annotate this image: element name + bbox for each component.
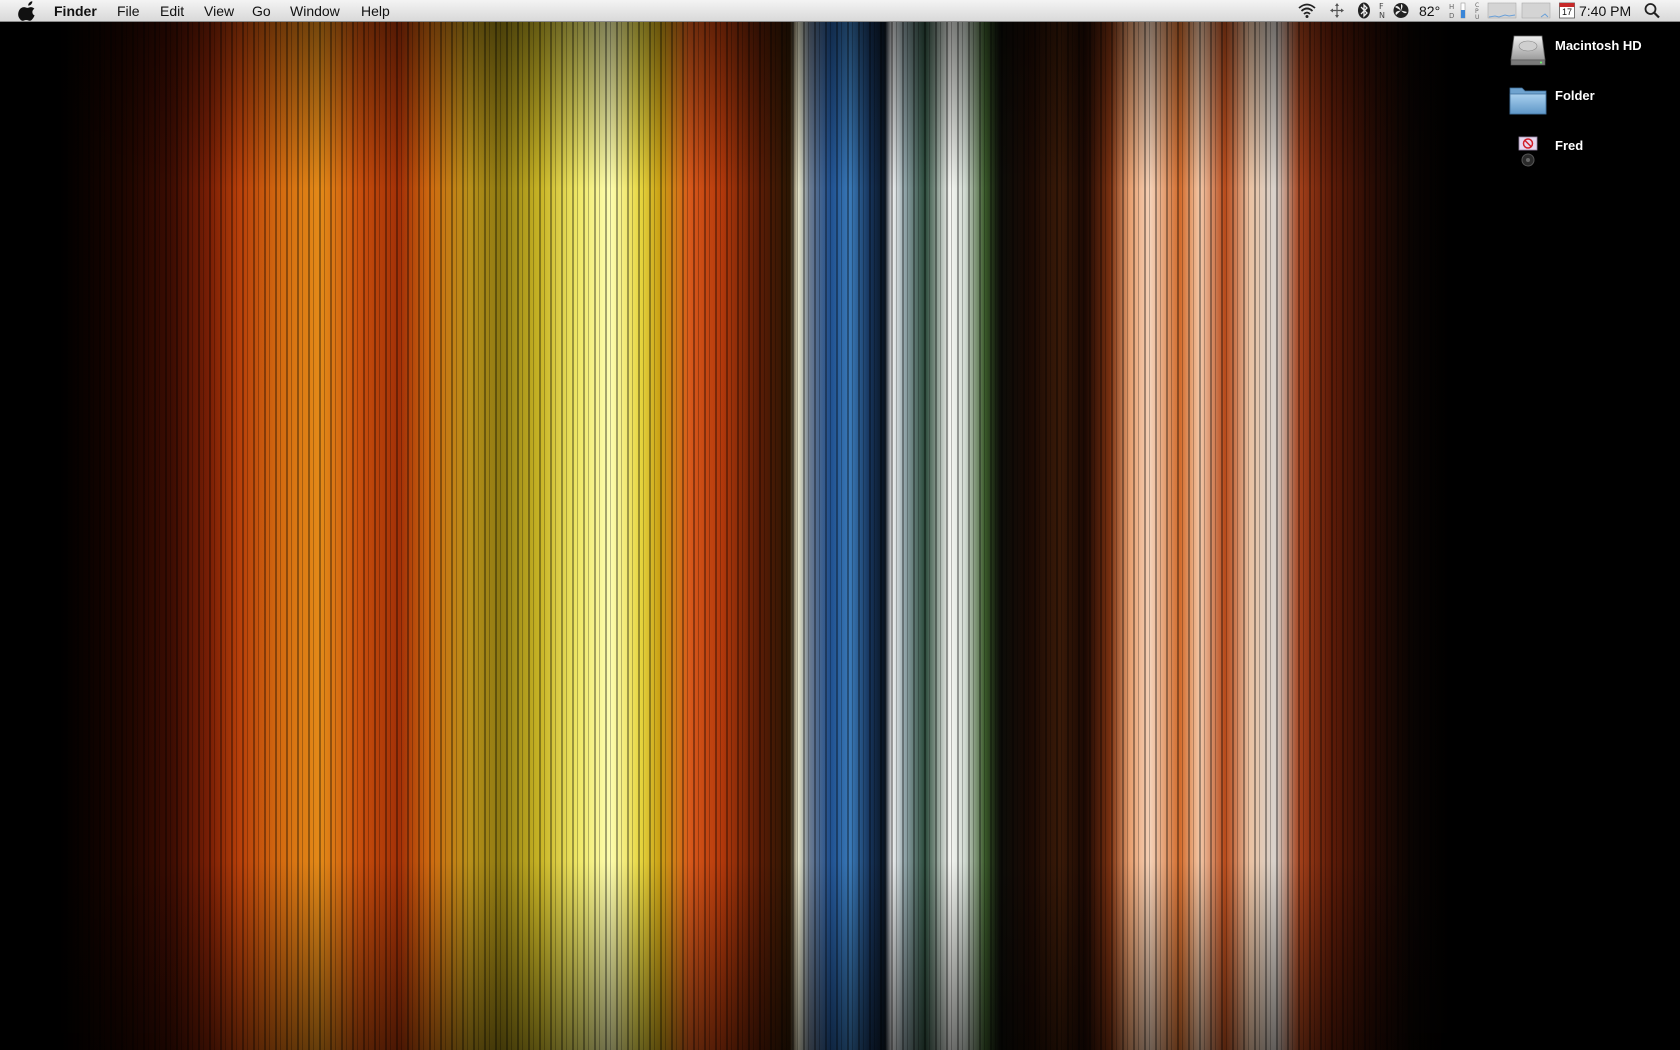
folder-icon	[1509, 87, 1547, 115]
svg-text:F: F	[1379, 2, 1384, 11]
blocked-user-icon	[1518, 136, 1538, 167]
hard-drive-icon	[1510, 35, 1546, 66]
network-graph-icon[interactable]	[1521, 0, 1551, 21]
fn-indicator-icon: F N	[1379, 2, 1385, 20]
clock[interactable]: 7:40 PM	[1579, 3, 1631, 19]
svg-text:U: U	[1475, 14, 1479, 21]
desktop-icon-folder[interactable]: Folder	[1508, 76, 1668, 120]
svg-text:D: D	[1449, 12, 1454, 20]
desktop-icon-fred[interactable]: Fred	[1508, 126, 1668, 170]
cpu-meter-icon[interactable]: C P U	[1474, 0, 1484, 21]
menu-view[interactable]: View	[204, 3, 234, 19]
desktop-icon-macintosh-hd[interactable]: Macintosh HD	[1508, 26, 1668, 70]
apple-icon[interactable]	[18, 1, 38, 21]
menu-edit[interactable]: Edit	[160, 3, 184, 19]
desktop-icon-label: Macintosh HD	[1555, 38, 1642, 53]
calendar-day: 17	[1561, 7, 1572, 17]
desktop-wallpaper	[0, 0, 1680, 1050]
desktop-icon-label: Fred	[1555, 138, 1584, 153]
desktop-icon-label: Folder	[1555, 88, 1595, 103]
svg-text:H: H	[1449, 3, 1454, 11]
bluetooth-icon[interactable]	[1355, 0, 1373, 21]
menu-go[interactable]: Go	[252, 3, 271, 19]
menu-window[interactable]: Window	[290, 3, 340, 19]
wifi-icon[interactable]	[1297, 0, 1317, 21]
svg-text:N: N	[1379, 11, 1385, 20]
calendar-icon[interactable]: 17	[1559, 0, 1575, 21]
menu-help[interactable]: Help	[361, 3, 390, 19]
network-activity-icon[interactable]	[1328, 0, 1346, 21]
spotlight-search-icon[interactable]	[1643, 0, 1661, 21]
temperature-readout[interactable]: 82°	[1419, 3, 1440, 19]
menu-file[interactable]: File	[117, 3, 140, 19]
hdd-meter-icon[interactable]: H D	[1449, 0, 1471, 21]
menu-app-finder[interactable]: Finder	[54, 3, 97, 19]
menu-bar: Finder File Edit View Go Window Help F N…	[0, 0, 1680, 22]
cpu-graph-icon[interactable]	[1487, 0, 1517, 21]
fan-icon[interactable]	[1391, 0, 1411, 21]
